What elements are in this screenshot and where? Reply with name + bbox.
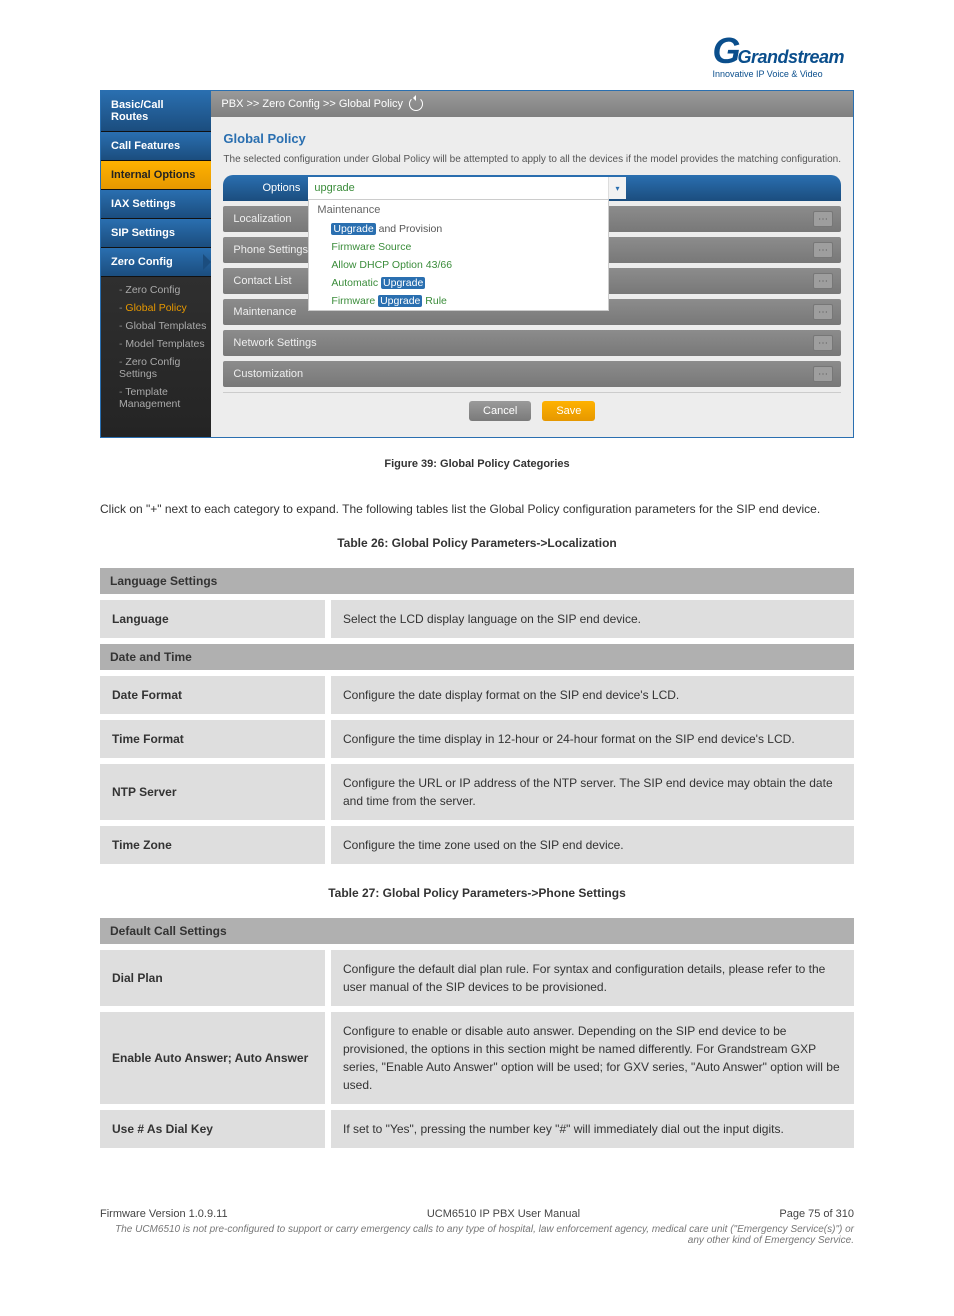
sidebar-item[interactable]: Call Features <box>101 132 211 161</box>
dropdown-option[interactable]: Allow DHCP Option 43/66 <box>309 256 608 274</box>
expand-icon[interactable]: ⋯ <box>813 304 833 320</box>
table-row: Enable Auto Answer; Auto AnswerConfigure… <box>100 1012 854 1104</box>
table-title-2: Table 27: Global Policy Parameters->Phon… <box>100 884 854 902</box>
body-paragraph: Click on "+" next to each category to ex… <box>100 500 854 518</box>
table-row: Time FormatConfigure the time display in… <box>100 720 854 758</box>
sidebar-subitem[interactable]: Global Templates <box>119 317 211 335</box>
options-row: Options upgrade MaintenanceUpgrade and P… <box>223 175 841 201</box>
sidebar-subitem[interactable]: Template Management <box>119 383 211 413</box>
page-title: Global Policy <box>223 131 841 146</box>
sidebar-item[interactable]: Basic/Call Routes <box>101 91 211 132</box>
sidebar-subitem[interactable]: Zero Config Settings <box>119 353 211 383</box>
page-footer: Firmware Version 1.0.9.11 UCM6510 IP PBX… <box>100 1208 854 1220</box>
table-phone-settings: Default Call Settings Dial PlanConfigure… <box>100 918 854 1148</box>
page-desc: The selected configuration under Global … <box>223 154 841 165</box>
cancel-button[interactable]: Cancel <box>469 401 531 421</box>
sidebar-item[interactable]: Internal Options <box>101 161 211 190</box>
expand-icon[interactable]: ⋯ <box>813 273 833 289</box>
chevron-down-icon[interactable]: ▾ <box>608 177 626 199</box>
refresh-icon[interactable] <box>409 97 423 111</box>
expand-icon[interactable]: ⋯ <box>813 242 833 258</box>
config-section[interactable]: Network Settings⋯ <box>223 330 841 356</box>
config-section[interactable]: Customization⋯ <box>223 361 841 387</box>
sidebar: Basic/Call RoutesCall FeaturesInternal O… <box>101 91 211 437</box>
brand-logo: GGrandstream Innovative IP Voice & Video <box>40 0 914 90</box>
sidebar-subitem[interactable]: Zero Config <box>119 281 211 299</box>
sidebar-subitem[interactable]: Global Policy <box>119 299 211 317</box>
page-footer-disclaimer: The UCM6510 is not pre-configured to sup… <box>100 1224 854 1246</box>
table-localization: Language Settings LanguageSelect the LCD… <box>100 568 854 864</box>
table-row: LanguageSelect the LCD display language … <box>100 600 854 638</box>
sidebar-item[interactable]: SIP Settings <box>101 219 211 248</box>
sidebar-item[interactable]: Zero Config <box>101 248 211 277</box>
table-row: Use # As Dial KeyIf set to "Yes", pressi… <box>100 1110 854 1148</box>
table-row: NTP ServerConfigure the URL or IP addres… <box>100 764 854 820</box>
breadcrumb: PBX >> Zero Config >> Global Policy <box>211 91 853 117</box>
expand-icon[interactable]: ⋯ <box>813 335 833 351</box>
save-button[interactable]: Save <box>542 401 595 421</box>
sidebar-subitem[interactable]: Model Templates <box>119 335 211 353</box>
app-screenshot: Basic/Call RoutesCall FeaturesInternal O… <box>100 90 854 438</box>
dropdown-menu[interactable]: MaintenanceUpgrade and ProvisionFirmware… <box>308 199 609 311</box>
table-title-1: Table 26: Global Policy Parameters->Loca… <box>100 534 854 552</box>
options-dropdown[interactable]: upgrade MaintenanceUpgrade and Provision… <box>308 177 608 199</box>
figure-caption: Figure 39: Global Policy Categories <box>40 458 914 470</box>
expand-icon[interactable]: ⋯ <box>813 366 833 382</box>
expand-icon[interactable]: ⋯ <box>813 211 833 227</box>
dropdown-option[interactable]: Automatic Upgrade <box>309 274 608 292</box>
table-row: Time ZoneConfigure the time zone used on… <box>100 826 854 864</box>
dropdown-option[interactable]: Firmware Source <box>309 238 608 256</box>
table-row: Date FormatConfigure the date display fo… <box>100 676 854 714</box>
dropdown-option[interactable]: Firmware Upgrade Rule <box>309 292 608 310</box>
table-row: Dial PlanConfigure the default dial plan… <box>100 950 854 1006</box>
dropdown-option[interactable]: Upgrade and Provision <box>309 220 608 238</box>
sidebar-item[interactable]: IAX Settings <box>101 190 211 219</box>
